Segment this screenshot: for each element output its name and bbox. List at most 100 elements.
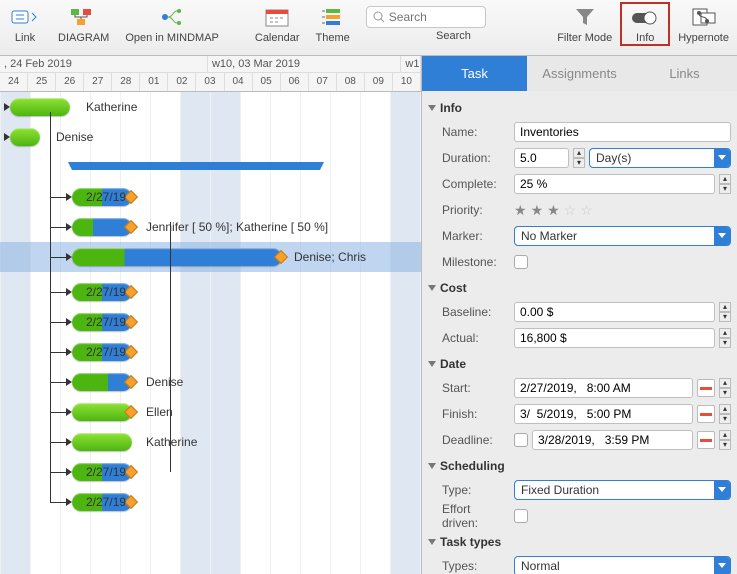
task-bar[interactable] bbox=[10, 98, 70, 116]
day-header: 25 bbox=[28, 73, 56, 91]
task-label: 2/27/19 bbox=[86, 315, 126, 329]
disclosure-icon[interactable] bbox=[428, 285, 436, 291]
gantt-body[interactable]: Katherine Denise 2/27/19 Jennifer [ 50 %]; … bbox=[0, 92, 421, 574]
milestone-checkbox[interactable] bbox=[514, 255, 528, 269]
search-tool: Search bbox=[358, 2, 549, 44]
marker-select[interactable]: No Marker bbox=[514, 226, 731, 246]
day-header: 09 bbox=[365, 73, 393, 91]
day-header: 05 bbox=[253, 73, 281, 91]
section-scheduling: Scheduling Type:Fixed Duration Effort dr… bbox=[428, 455, 731, 529]
inspector-tabs: Task Assignments Links bbox=[422, 56, 737, 91]
actual-input[interactable] bbox=[514, 328, 715, 348]
section-title: Info bbox=[440, 101, 462, 115]
start-input[interactable] bbox=[514, 378, 693, 398]
link-button[interactable]: Link bbox=[0, 2, 50, 46]
task-bar[interactable] bbox=[10, 128, 40, 146]
mindmap-label: Open in MINDMAP bbox=[125, 32, 219, 44]
day-header: 08 bbox=[337, 73, 365, 91]
task-label: Denise bbox=[56, 130, 93, 144]
day-header: 10 bbox=[393, 73, 421, 91]
disclosure-icon[interactable] bbox=[428, 463, 436, 469]
summary-bar[interactable] bbox=[72, 162, 320, 170]
filter-button[interactable]: Filter Mode bbox=[549, 2, 620, 46]
finish-label: Finish: bbox=[428, 407, 508, 421]
deadline-stepper[interactable]: ▴▾ bbox=[719, 430, 731, 450]
gantt-header: , 24 Feb 2019w10, 03 Mar 2019w1 24252627… bbox=[0, 56, 421, 92]
task-bar[interactable] bbox=[72, 248, 282, 266]
effort-label: Effort driven: bbox=[428, 502, 508, 530]
hypernote-button[interactable]: Hypernote bbox=[670, 2, 737, 46]
types-label: Types: bbox=[428, 559, 508, 573]
tab-links[interactable]: Links bbox=[632, 56, 737, 91]
section-tasktypes: Task types Types: Normal bbox=[428, 531, 731, 574]
section-title: Date bbox=[440, 357, 466, 371]
duration-stepper[interactable]: ▴▾ bbox=[573, 148, 585, 168]
duration-unit-select[interactable]: Day(s) bbox=[589, 148, 731, 168]
calendar-button[interactable]: Calendar bbox=[247, 2, 308, 46]
schedtype-label: Type: bbox=[428, 483, 508, 497]
theme-button[interactable]: Theme bbox=[308, 2, 358, 46]
day-header: 03 bbox=[196, 73, 224, 91]
info-icon bbox=[628, 4, 662, 30]
actual-stepper[interactable]: ▴▾ bbox=[719, 328, 731, 348]
calendar-icon[interactable] bbox=[697, 405, 715, 423]
mindmap-icon bbox=[155, 4, 189, 30]
link-label: Link bbox=[15, 32, 35, 44]
priority-stars[interactable]: ★★★☆☆ bbox=[514, 202, 731, 219]
task-label: Denise; Chris bbox=[294, 250, 366, 264]
search-input[interactable] bbox=[366, 6, 486, 28]
marker-label: Marker: bbox=[428, 229, 508, 243]
diagram-button[interactable]: DIAGRAM bbox=[50, 2, 117, 46]
task-bar[interactable] bbox=[72, 433, 132, 451]
disclosure-icon[interactable] bbox=[428, 361, 436, 367]
deadline-input[interactable] bbox=[532, 430, 693, 450]
name-label: Name: bbox=[428, 125, 508, 139]
gantt-chart[interactable]: , 24 Feb 2019w10, 03 Mar 2019w1 24252627… bbox=[0, 56, 422, 574]
search-label: Search bbox=[436, 30, 471, 42]
week-header: , 24 Feb 2019 bbox=[0, 56, 208, 72]
task-label: Katherine bbox=[86, 100, 137, 114]
tab-assignments[interactable]: Assignments bbox=[527, 56, 632, 91]
task-label: 2/27/19 bbox=[86, 495, 126, 509]
info-button[interactable]: Info bbox=[620, 2, 670, 46]
section-title: Task types bbox=[440, 535, 501, 549]
task-label: Katherine bbox=[146, 435, 197, 449]
finish-stepper[interactable]: ▴▾ bbox=[719, 404, 731, 424]
search-icon bbox=[373, 11, 385, 23]
milestone-label: Milestone: bbox=[428, 255, 508, 269]
start-stepper[interactable]: ▴▾ bbox=[719, 378, 731, 398]
disclosure-icon[interactable] bbox=[428, 539, 436, 545]
finish-input[interactable] bbox=[514, 404, 693, 424]
complete-stepper[interactable]: ▴▾ bbox=[719, 174, 731, 194]
toolbar: Link DIAGRAM Open in MINDMAP Calendar Th… bbox=[0, 0, 737, 56]
hypernote-label: Hypernote bbox=[678, 32, 729, 44]
name-input[interactable] bbox=[514, 122, 731, 142]
calendar-icon[interactable] bbox=[697, 379, 715, 397]
calendar-icon[interactable] bbox=[697, 431, 715, 449]
effort-checkbox[interactable] bbox=[514, 509, 528, 523]
baseline-input[interactable] bbox=[514, 302, 715, 322]
tab-task[interactable]: Task bbox=[422, 56, 527, 91]
day-header: 24 bbox=[0, 73, 28, 91]
mindmap-button[interactable]: Open in MINDMAP bbox=[117, 2, 227, 46]
section-info: Info Name: Duration: ▴▾ Day(s) Complete:… bbox=[428, 97, 731, 275]
diagram-icon bbox=[67, 4, 101, 30]
task-label: 2/27/19 bbox=[86, 285, 126, 299]
duration-input[interactable] bbox=[514, 148, 569, 168]
complete-input[interactable] bbox=[514, 174, 715, 194]
day-header: 07 bbox=[309, 73, 337, 91]
complete-label: Complete: bbox=[428, 177, 508, 191]
search-field[interactable] bbox=[389, 10, 469, 24]
task-label: Jennifer [ 50 %]; Katherine [ 50 %] bbox=[146, 220, 328, 234]
schedtype-select[interactable]: Fixed Duration bbox=[514, 480, 731, 500]
types-select[interactable]: Normal bbox=[514, 556, 731, 574]
section-cost: Cost Baseline:▴▾ Actual:▴▾ bbox=[428, 277, 731, 351]
baseline-stepper[interactable]: ▴▾ bbox=[719, 302, 731, 322]
task-label: 2/27/19 bbox=[86, 190, 126, 204]
day-header: 27 bbox=[84, 73, 112, 91]
filter-label: Filter Mode bbox=[557, 32, 612, 44]
disclosure-icon[interactable] bbox=[428, 105, 436, 111]
day-header: 28 bbox=[112, 73, 140, 91]
week-header: w1 bbox=[401, 56, 421, 72]
deadline-checkbox[interactable] bbox=[514, 433, 528, 447]
